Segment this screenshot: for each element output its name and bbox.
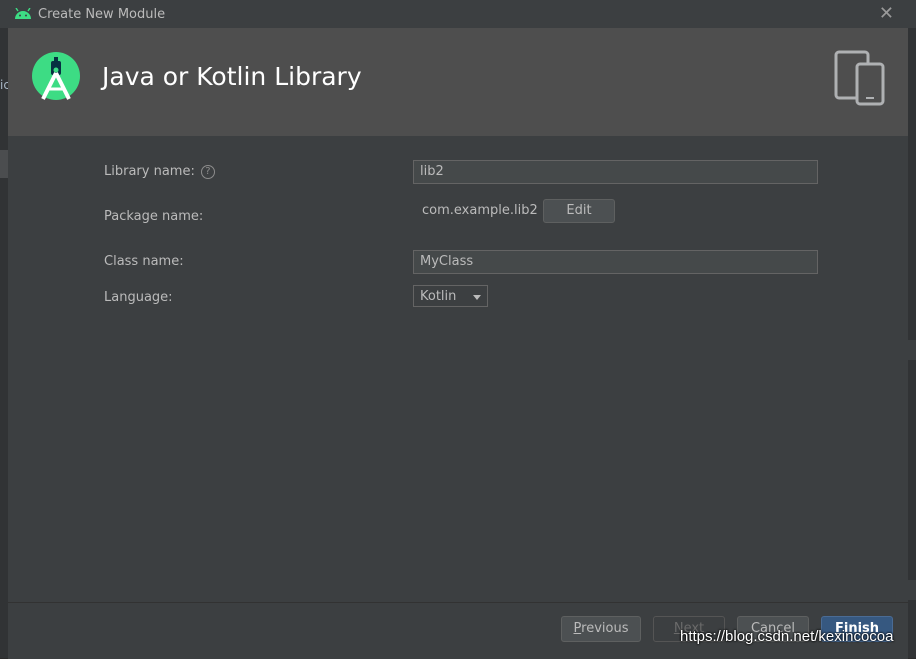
help-icon[interactable]: ? [200,165,215,179]
language-select-value: Kotlin [420,289,457,304]
package-name-value: com.example.lib2 [422,203,538,218]
window-title: Create New Module [38,6,166,22]
previous-label: revious [581,621,629,636]
library-name-field[interactable] [413,160,818,184]
watermark: https://blog.csdn.net/kexincocoa [680,628,894,645]
background-marker [908,580,916,600]
edit-button[interactable]: Edit [543,199,615,223]
chevron-down-icon [473,295,481,300]
language-label: Language: [104,290,173,305]
background-right-panel [908,0,916,658]
language-select[interactable]: Kotlin [413,285,488,307]
create-module-dialog: Java or Kotlin Library Library name:? Pa… [8,28,908,659]
package-name-label: Package name: [104,209,204,224]
class-name-label: Class name: [104,254,184,269]
background-left-panel: ic [0,0,8,658]
dialog-header: Java or Kotlin Library [8,28,908,136]
close-icon[interactable]: ✕ [879,4,894,24]
class-name-field[interactable] [413,250,818,274]
previous-button[interactable]: Previous [561,616,641,642]
background-marker [908,340,916,360]
library-name-label: Library name:? [104,164,215,179]
library-name-label-text: Library name: [104,164,195,179]
previous-mnemonic: P [573,621,582,636]
background-marker [0,150,8,178]
background-text: ic [0,78,8,92]
android-studio-icon [31,51,81,105]
window-titlebar: Create New Module ✕ [0,0,916,28]
page-title: Java or Kotlin Library [102,62,362,91]
android-icon [14,7,32,21]
phone-tablet-icon [834,50,886,106]
